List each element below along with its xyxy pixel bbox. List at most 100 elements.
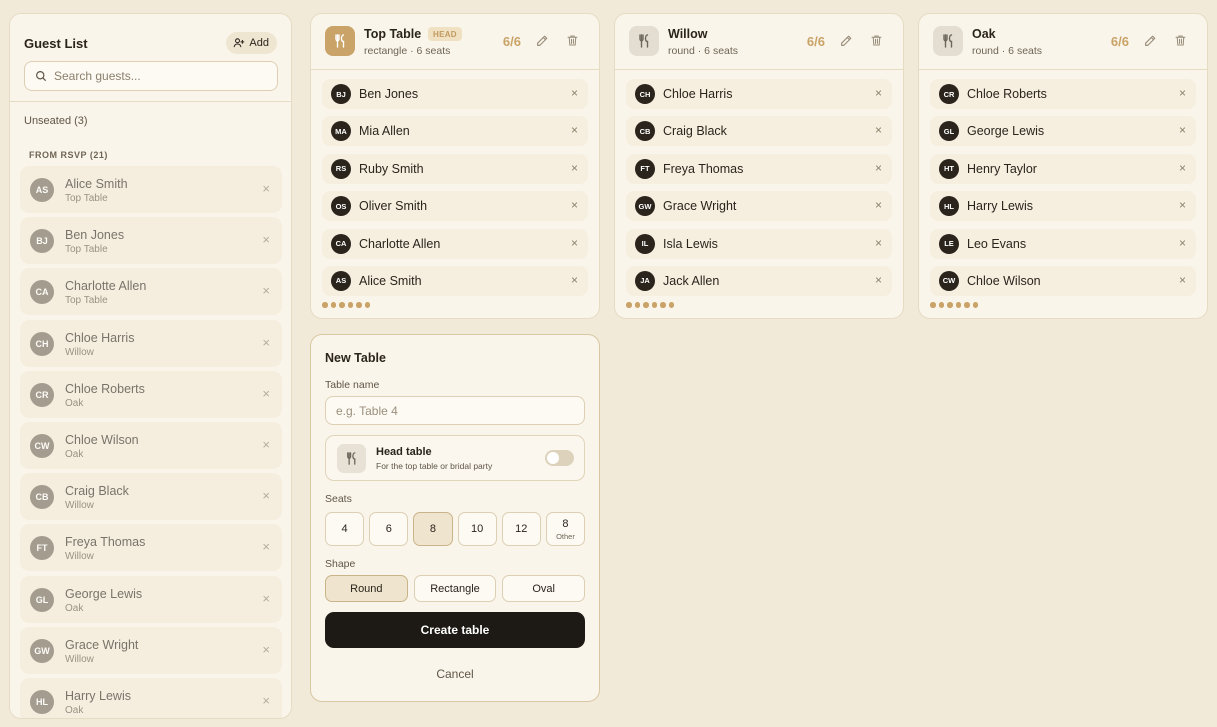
remove-guest-icon[interactable]: × bbox=[571, 123, 578, 137]
seated-guest[interactable]: RS Ruby Smith × bbox=[322, 153, 588, 184]
seated-guest[interactable]: AS Alice Smith × bbox=[322, 265, 588, 296]
create-table-button[interactable]: Create table bbox=[325, 612, 585, 648]
seated-guest[interactable]: CB Craig Black × bbox=[626, 116, 892, 147]
remove-guest-icon[interactable]: × bbox=[875, 123, 882, 137]
seat-option[interactable]: 6 bbox=[369, 512, 409, 546]
remove-guest-icon[interactable]: × bbox=[1179, 236, 1186, 250]
shape-option[interactable]: Round bbox=[325, 575, 408, 602]
table-card-header: Top Table HEAD rectangle · 6 seats 6/6 bbox=[311, 14, 599, 70]
guest-list-item[interactable]: GL George Lewis Oak × bbox=[20, 575, 282, 623]
remove-guest-icon[interactable]: × bbox=[1179, 198, 1186, 212]
remove-guest-icon[interactable]: × bbox=[262, 693, 270, 708]
remove-guest-icon[interactable]: × bbox=[262, 386, 270, 401]
edit-icon[interactable] bbox=[839, 34, 853, 48]
guest-name: Isla Lewis bbox=[663, 236, 718, 251]
seat-option[interactable]: 10 bbox=[457, 512, 497, 546]
guest-list-item[interactable]: GW Grace Wright Willow × bbox=[20, 626, 282, 674]
seat-option[interactable]: 4 bbox=[325, 512, 365, 546]
guest-search-box[interactable] bbox=[24, 61, 278, 91]
avatar: GL bbox=[939, 121, 959, 142]
remove-guest-icon[interactable]: × bbox=[1179, 123, 1186, 137]
head-table-option[interactable]: Head table For the top table or bridal p… bbox=[325, 435, 585, 481]
seat-option[interactable]: 12 bbox=[501, 512, 541, 546]
avatar: CW bbox=[30, 433, 54, 458]
remove-guest-icon[interactable]: × bbox=[571, 198, 578, 212]
cutlery-icon bbox=[933, 26, 963, 56]
table-name: Willow bbox=[668, 27, 708, 41]
remove-guest-icon[interactable]: × bbox=[571, 273, 578, 287]
guest-list-item[interactable]: CA Charlotte Allen Top Table × bbox=[20, 268, 282, 316]
remove-guest-icon[interactable]: × bbox=[262, 642, 270, 657]
avatar: GW bbox=[30, 638, 54, 663]
seated-guest[interactable]: BJ Ben Jones × bbox=[322, 79, 588, 109]
seated-guest[interactable]: GL George Lewis × bbox=[930, 116, 1196, 147]
guest-list-item[interactable]: HL Harry Lewis Oak × bbox=[20, 677, 282, 718]
guest-list-item[interactable]: CB Craig Black Willow × bbox=[20, 473, 282, 521]
delete-icon[interactable] bbox=[1174, 34, 1187, 48]
edit-icon[interactable] bbox=[535, 34, 549, 48]
seated-guest[interactable]: MA Mia Allen × bbox=[322, 116, 588, 147]
cancel-button[interactable]: Cancel bbox=[325, 664, 585, 684]
unseated-filter[interactable]: Unseated (3) bbox=[24, 115, 88, 127]
seated-guest[interactable]: LE Leo Evans × bbox=[930, 228, 1196, 259]
remove-guest-icon[interactable]: × bbox=[262, 539, 270, 554]
edit-icon[interactable] bbox=[1143, 34, 1157, 48]
table-name-input[interactable] bbox=[325, 396, 585, 425]
cutlery-icon bbox=[337, 444, 366, 473]
remove-guest-icon[interactable]: × bbox=[1179, 161, 1186, 175]
seated-guest[interactable]: CR Chloe Roberts × bbox=[930, 79, 1196, 109]
table-subtitle: rectangle · 6 seats bbox=[364, 45, 451, 57]
remove-guest-icon[interactable]: × bbox=[262, 591, 270, 606]
remove-guest-icon[interactable]: × bbox=[1179, 273, 1186, 287]
remove-guest-icon[interactable]: × bbox=[875, 236, 882, 250]
seated-guest[interactable]: HT Henry Taylor × bbox=[930, 153, 1196, 184]
remove-guest-icon[interactable]: × bbox=[262, 232, 270, 247]
guest-list-item[interactable]: CR Chloe Roberts Oak × bbox=[20, 370, 282, 418]
seat-option[interactable]: 8 bbox=[413, 512, 453, 546]
shape-option[interactable]: Oval bbox=[502, 575, 586, 602]
seated-guest[interactable]: CA Charlotte Allen × bbox=[322, 228, 588, 259]
remove-guest-icon[interactable]: × bbox=[262, 335, 270, 350]
delete-icon[interactable] bbox=[566, 34, 579, 48]
remove-guest-icon[interactable]: × bbox=[875, 198, 882, 212]
seated-guest[interactable]: CH Chloe Harris × bbox=[626, 79, 892, 109]
guest-list-item[interactable]: CW Chloe Wilson Oak × bbox=[20, 421, 282, 469]
table-card: Oak round · 6 seats 6/6 CR Chloe Roberts × GL G… bbox=[918, 13, 1208, 319]
seated-guest[interactable]: JA Jack Allen × bbox=[626, 265, 892, 296]
remove-guest-icon[interactable]: × bbox=[875, 86, 882, 100]
remove-guest-icon[interactable]: × bbox=[262, 437, 270, 452]
guest-list-item[interactable]: FT Freya Thomas Willow × bbox=[20, 524, 282, 572]
remove-guest-icon[interactable]: × bbox=[262, 181, 270, 196]
avatar: MA bbox=[331, 121, 351, 142]
seat-option-other[interactable]: 8 Other bbox=[545, 512, 586, 546]
seated-guest[interactable]: OS Oliver Smith × bbox=[322, 191, 588, 222]
seated-guest[interactable]: FT Freya Thomas × bbox=[626, 153, 892, 184]
delete-icon[interactable] bbox=[870, 34, 883, 48]
remove-guest-icon[interactable]: × bbox=[262, 283, 270, 298]
add-guest-button[interactable]: Add bbox=[226, 32, 277, 54]
guest-list-item[interactable]: BJ Ben Jones Top Table × bbox=[20, 217, 282, 265]
guest-table: Oak bbox=[65, 397, 84, 409]
seated-guest[interactable]: IL Isla Lewis × bbox=[626, 228, 892, 259]
guest-list-item[interactable]: CH Chloe Harris Willow × bbox=[20, 319, 282, 367]
shape-option[interactable]: Rectangle bbox=[413, 575, 497, 602]
remove-guest-icon[interactable]: × bbox=[1179, 86, 1186, 100]
guest-list-item[interactable]: AS Alice Smith Top Table × bbox=[20, 166, 282, 213]
avatar: CH bbox=[635, 84, 655, 104]
remove-guest-icon[interactable]: × bbox=[571, 236, 578, 250]
guest-search-input[interactable] bbox=[54, 69, 264, 83]
guest-name: Chloe Wilson bbox=[967, 273, 1041, 288]
seated-guest[interactable]: GW Grace Wright × bbox=[626, 191, 892, 222]
rsvp-group-label: FROM RSVP (21) bbox=[29, 150, 108, 160]
remove-guest-icon[interactable]: × bbox=[875, 161, 882, 175]
seated-guest[interactable]: CW Chloe Wilson × bbox=[930, 265, 1196, 296]
seated-guest[interactable]: HL Harry Lewis × bbox=[930, 191, 1196, 222]
head-table-toggle[interactable] bbox=[545, 450, 574, 466]
avatar: CA bbox=[30, 280, 54, 305]
seat-indicator-dots bbox=[930, 302, 978, 308]
remove-guest-icon[interactable]: × bbox=[262, 488, 270, 503]
seat-dot bbox=[660, 302, 666, 308]
remove-guest-icon[interactable]: × bbox=[571, 86, 578, 100]
remove-guest-icon[interactable]: × bbox=[571, 161, 578, 175]
remove-guest-icon[interactable]: × bbox=[875, 273, 882, 287]
